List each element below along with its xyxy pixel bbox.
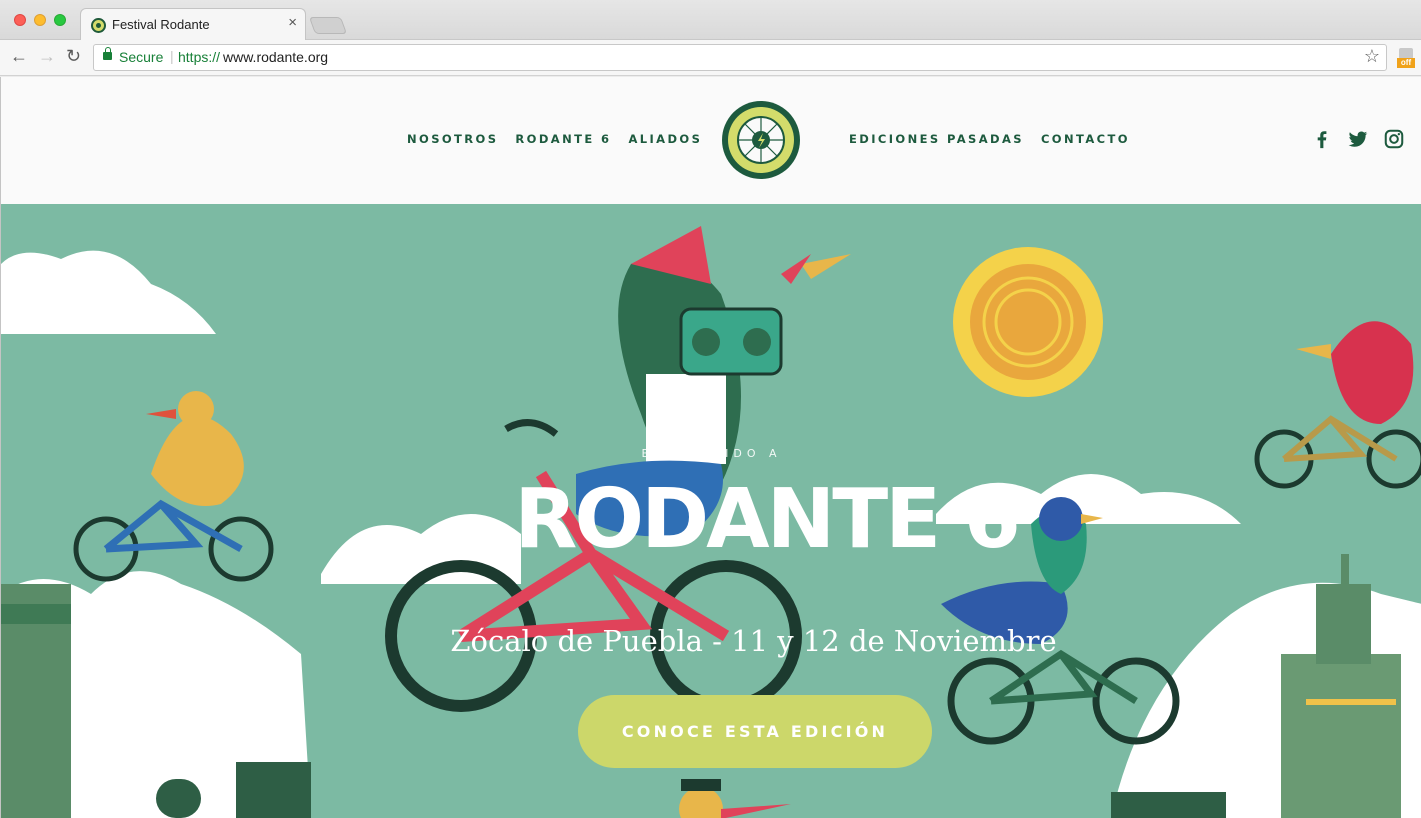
tab-title: Festival Rodante [112, 17, 210, 32]
bookmark-star-icon[interactable]: ☆ [1364, 46, 1380, 67]
nav-item-contacto[interactable]: CONTACTO [1041, 132, 1130, 146]
close-window-button[interactable] [14, 14, 26, 26]
hero-section: BIENVENIDO A RODANTE 6 Zócalo de Puebla … [0, 204, 1421, 818]
main-menu-left: NOSOTROS RODANTE 6 ALIADOS [407, 132, 702, 146]
new-tab-button[interactable] [308, 17, 348, 34]
tab-close-button[interactable]: × [288, 15, 297, 30]
social-links [1311, 128, 1405, 150]
hero-subtitle: Zócalo de Puebla - 11 y 12 de Noviembre [450, 624, 1057, 658]
main-menu-right: EDICIONES PASADAS CONTACTO [849, 132, 1130, 146]
sun-icon [953, 247, 1103, 397]
nav-item-nosotros[interactable]: NOSOTROS [407, 132, 498, 146]
secure-label: Secure [119, 49, 164, 65]
extension-badge: off [1397, 58, 1415, 68]
site-header: NOSOTROS RODANTE 6 ALIADOS EDICIONES PAS… [0, 77, 1421, 204]
url-scheme: https:// [178, 49, 221, 65]
back-arrow-icon[interactable]: ← [10, 47, 28, 65]
nav-item-ediciones-pasadas[interactable]: EDICIONES PASADAS [849, 132, 1024, 146]
lock-icon [103, 47, 112, 60]
extension-icon[interactable]: off [1397, 48, 1417, 69]
browser-tab-bar: Festival Rodante × [0, 0, 1421, 40]
twitter-icon[interactable] [1347, 128, 1369, 150]
browser-tab[interactable]: Festival Rodante × [80, 8, 306, 40]
conoce-edicion-button[interactable]: CONOCE ESTA EDICIÓN [578, 695, 932, 768]
reload-icon[interactable]: ↻ [66, 47, 81, 65]
favicon-icon [91, 18, 106, 33]
minimize-window-button[interactable] [34, 14, 46, 26]
browser-toolbar: ← → ↻ Secure | https:// www.rodante.org … [0, 40, 1421, 76]
url-host: www.rodante.org [223, 49, 329, 65]
maximize-window-button[interactable] [54, 14, 66, 26]
instagram-icon[interactable] [1383, 128, 1405, 150]
hero-title: RODANTE 6 [514, 472, 1021, 567]
forward-arrow-icon[interactable]: → [38, 47, 56, 65]
hero-kicker: BIENVENIDO A [641, 447, 782, 460]
nav-item-aliados[interactable]: ALIADOS [628, 132, 702, 146]
url-separator: | [170, 48, 174, 64]
nav-item-rodante-6[interactable]: RODANTE 6 [515, 132, 611, 146]
facebook-icon[interactable] [1311, 128, 1333, 150]
rodante-logo[interactable] [722, 101, 800, 179]
address-bar[interactable]: Secure | https:// www.rodante.org ☆ [93, 44, 1387, 71]
